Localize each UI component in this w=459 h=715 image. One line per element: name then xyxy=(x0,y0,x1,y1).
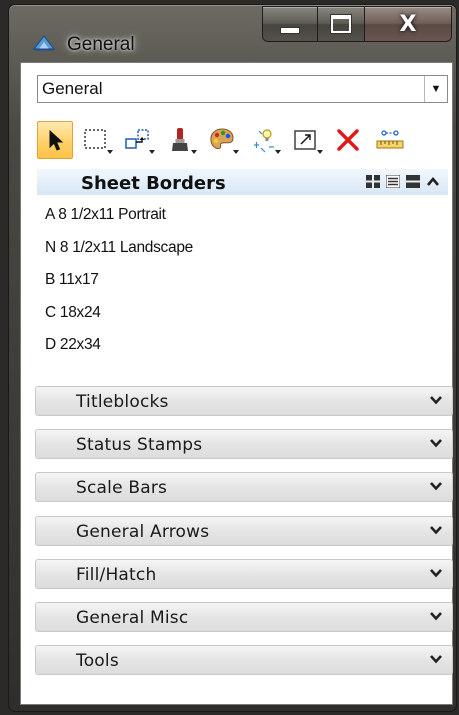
app-icon xyxy=(33,35,55,51)
list-view-icon[interactable] xyxy=(386,175,400,188)
section-label: Status Stamps xyxy=(76,435,203,456)
maximize-icon xyxy=(331,15,351,33)
submenu-indicator-icon xyxy=(191,150,197,154)
collapse-icon[interactable] xyxy=(426,175,440,188)
submenu-indicator-icon xyxy=(107,150,113,154)
delete-icon xyxy=(337,129,359,151)
section-label: Fill/Hatch xyxy=(76,564,157,585)
section-label: Scale Bars xyxy=(76,478,168,499)
chevron-down-icon xyxy=(430,655,442,664)
manipulate-tool-button[interactable] xyxy=(119,121,157,159)
section-label: General Misc xyxy=(76,607,189,628)
section-header-sheet-borders[interactable]: Sheet Borders xyxy=(37,169,448,195)
measure-tool-button[interactable] xyxy=(371,121,409,159)
chevron-down-icon xyxy=(430,396,442,405)
title-bar[interactable]: General X xyxy=(9,5,456,65)
section-header-scale-bars[interactable]: Scale Bars xyxy=(35,472,453,503)
chevron-down-icon xyxy=(430,482,442,491)
light-tool-button[interactable] xyxy=(245,121,283,159)
palette-tool-button[interactable] xyxy=(203,121,241,159)
section-label: Titleblocks xyxy=(76,392,169,412)
minimize-button[interactable] xyxy=(262,6,318,42)
toolbar xyxy=(37,119,448,161)
chevron-down-icon: ▼ xyxy=(430,83,442,95)
selection-rectangle-tool-button[interactable] xyxy=(77,121,115,159)
list-item[interactable]: C 18x24 xyxy=(45,303,440,336)
section-label: General Arrows xyxy=(76,521,210,542)
section-header-status-stamps[interactable]: Status Stamps xyxy=(35,429,453,460)
view-mode-icons xyxy=(366,175,440,188)
submenu-indicator-icon xyxy=(149,150,155,154)
measure-icon xyxy=(376,130,404,149)
maximize-button[interactable] xyxy=(318,6,365,42)
window-title: General xyxy=(67,34,135,55)
section-header-fill-hatch[interactable]: Fill/Hatch xyxy=(35,558,453,589)
submenu-indicator-icon xyxy=(233,150,239,154)
library-dropdown[interactable]: General ▼ xyxy=(37,75,448,103)
section-title: Sheet Borders xyxy=(81,173,226,194)
submenu-indicator-icon xyxy=(317,150,323,154)
list-item[interactable]: D 22x34 xyxy=(45,335,440,368)
list-item[interactable]: B 11x17 xyxy=(45,270,440,303)
caption-buttons: X xyxy=(262,6,452,42)
dropdown-arrow-button[interactable]: ▼ xyxy=(424,76,447,102)
icon-view-icon[interactable] xyxy=(366,175,380,188)
list-item[interactable]: N 8 1/2x11 Landscape xyxy=(45,238,440,271)
chevron-down-icon xyxy=(430,525,442,534)
close-button[interactable]: X xyxy=(365,6,452,42)
select-tool-button[interactable] xyxy=(37,121,73,159)
section-header-general-misc[interactable]: General Misc xyxy=(35,601,453,632)
section-header-titleblocks[interactable]: Titleblocks xyxy=(35,386,453,416)
chevron-down-icon xyxy=(430,439,442,448)
chevron-down-icon xyxy=(430,568,442,578)
select-arrow-icon xyxy=(49,129,64,151)
close-icon: X xyxy=(399,11,417,37)
list-item[interactable]: A 8 1/2x11 Portrait xyxy=(45,205,440,238)
client-area: General ▼ Sheet Borders A 8 1/2x11 Portr… xyxy=(20,62,453,705)
minimize-icon xyxy=(280,26,300,34)
sheet-borders-list: A 8 1/2x11 Portrait N 8 1/2x11 Landscape… xyxy=(45,205,440,368)
detail-view-icon[interactable] xyxy=(406,175,420,188)
submenu-indicator-icon xyxy=(275,150,281,154)
dropdown-value: General xyxy=(42,79,103,98)
paint-tool-button[interactable] xyxy=(161,121,199,159)
section-label: Tools xyxy=(76,651,119,672)
section-header-tools[interactable]: Tools xyxy=(35,645,453,676)
scale-tool-button[interactable] xyxy=(287,121,325,159)
section-header-general-arrows[interactable]: General Arrows xyxy=(35,515,453,546)
delete-tool-button[interactable] xyxy=(329,121,367,159)
collapsed-sections: Titleblocks Status Stamps Scale Bars Gen… xyxy=(35,386,453,688)
chevron-down-icon xyxy=(430,612,442,621)
